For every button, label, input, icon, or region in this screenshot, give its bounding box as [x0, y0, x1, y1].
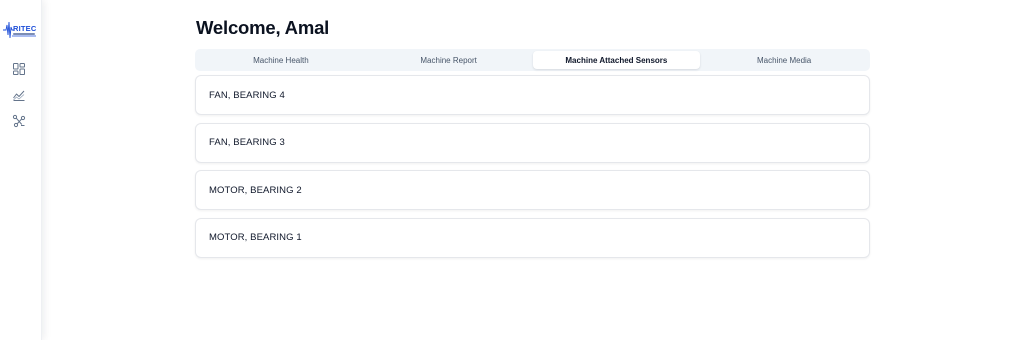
sensor-card-fan-bearing-4[interactable]: FAN, BEARING 4	[195, 75, 870, 115]
logo-underline	[13, 33, 35, 35]
sensor-network-icon	[12, 114, 26, 128]
dashboard-icon	[13, 63, 25, 75]
sensor-list: FAN, BEARING 4 FAN, BEARING 3 MOTOR, BEA…	[195, 75, 870, 265]
sensor-name: MOTOR, BEARING 1	[209, 232, 302, 243]
sensor-card-motor-bearing-2[interactable]: MOTOR, BEARING 2	[195, 170, 870, 210]
machine-tabs: Machine Health Machine Report Machine At…	[195, 49, 870, 71]
sensor-name: FAN, BEARING 3	[209, 137, 285, 148]
tab-machine-health[interactable]: Machine Health	[197, 51, 365, 69]
trend-chart-icon	[13, 90, 25, 101]
sidebar-item-analytics[interactable]	[12, 88, 26, 102]
tab-machine-report[interactable]: Machine Report	[365, 51, 533, 69]
sensor-name: FAN, BEARING 4	[209, 89, 285, 101]
sensor-name: MOTOR, BEARING 2	[209, 184, 302, 196]
logo-text: RITEC	[13, 24, 37, 33]
page-title: Welcome, Amal	[196, 17, 330, 38]
tab-machine-attached-sensors[interactable]: Machine Attached Sensors	[532, 51, 701, 69]
sensor-card-fan-bearing-3[interactable]: FAN, BEARING 3	[195, 122, 870, 163]
sidebar: RITEC	[0, 0, 42, 340]
sensor-card-motor-bearing-1[interactable]: MOTOR, BEARING 1	[195, 217, 870, 258]
company-logo[interactable]: RITEC	[2, 19, 38, 41]
tab-machine-media[interactable]: Machine Media	[700, 51, 868, 69]
sidebar-item-dashboard[interactable]	[12, 62, 26, 76]
sidebar-item-sensors[interactable]	[12, 114, 26, 128]
